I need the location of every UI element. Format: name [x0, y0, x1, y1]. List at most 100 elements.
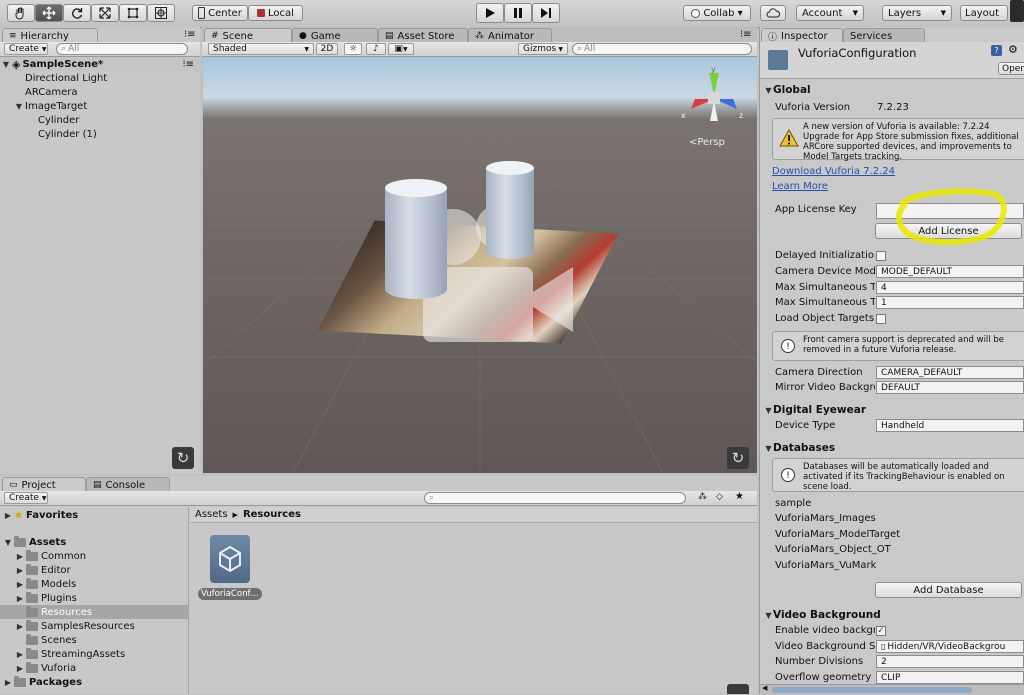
favorites-row[interactable]: ▶ ★ Favorites	[0, 508, 188, 522]
panel-menu-icon[interactable]: ⁝≡	[740, 29, 752, 40]
expand-arrow-icon[interactable]: ▶	[2, 511, 14, 520]
cylinder-object[interactable]	[486, 161, 534, 259]
hand-tool-button[interactable]	[7, 4, 35, 22]
help-icon[interactable]: ?	[991, 45, 1002, 56]
tab-hierarchy[interactable]: ≡ Hierarchy	[2, 28, 98, 43]
collab-button[interactable]: Collab ▾	[683, 5, 751, 21]
learn-more-link[interactable]: Learn More	[772, 181, 828, 192]
play-button[interactable]	[476, 3, 504, 23]
rect-tool-button[interactable]	[119, 4, 147, 22]
expand-arrow-icon[interactable]: ▶	[2, 678, 14, 687]
number-divisions-input[interactable]: 2	[876, 655, 1024, 668]
delayed-init-checkbox[interactable]	[876, 251, 886, 261]
video-shader-field[interactable]: ▯ Hidden/VR/VideoBackgrou	[876, 640, 1024, 653]
cloud-button[interactable]	[760, 5, 786, 21]
scene-refresh-icon[interactable]: ↻	[727, 447, 749, 469]
folder-item[interactable]: ▶ SamplesResources	[0, 619, 188, 633]
section-digital-eyewear[interactable]: ▼Digital Eyewear	[764, 404, 866, 416]
pivot-local-button[interactable]: Local	[248, 5, 303, 21]
scale-tool-button[interactable]	[91, 4, 119, 22]
folder-item[interactable]: ▶ Models	[0, 577, 188, 591]
folder-item[interactable]: ▶ StreamingAssets	[0, 647, 188, 661]
download-vuforia-link[interactable]: Download Vuforia 7.2.24	[772, 166, 895, 177]
persp-label[interactable]: <Persp	[689, 137, 725, 148]
packages-row[interactable]: ▶ Packages	[0, 675, 188, 689]
filter-label-icon[interactable]: ◇	[716, 492, 723, 502]
tab-console[interactable]: ▤ Console	[86, 477, 170, 492]
hierarchy-item[interactable]: Cylinder (1)	[0, 127, 200, 141]
folder-item[interactable]: ▶ Editor	[0, 563, 188, 577]
project-create-dropdown[interactable]: Create ▼	[4, 492, 48, 504]
tab-game[interactable]: ● Game	[292, 28, 378, 43]
enable-video-checkbox[interactable]: ✓	[876, 626, 886, 636]
overflow-geometry-dropdown[interactable]: CLIP	[876, 671, 1024, 684]
tab-asset-store[interactable]: ▤ Asset Store	[378, 28, 468, 43]
assets-row[interactable]: ▼ Assets	[0, 535, 188, 549]
asset-item[interactable]: VuforiaConf…	[198, 533, 264, 603]
audio-toggle[interactable]: ♪	[366, 43, 386, 55]
breadcrumb-assets[interactable]: Assets	[195, 509, 228, 520]
account-dropdown[interactable]: Account ▼	[796, 5, 864, 21]
tab-scene[interactable]: # Scene	[204, 28, 292, 43]
tab-animator[interactable]: ⁂ Animator	[468, 28, 552, 43]
expand-arrow-icon[interactable]: ▼	[13, 102, 25, 111]
move-tool-button[interactable]	[35, 4, 63, 22]
rotate-tool-button[interactable]	[63, 4, 91, 22]
project-refresh-icon[interactable]	[727, 684, 749, 694]
open-button[interactable]: Oper	[998, 62, 1024, 75]
window-edge-tab[interactable]	[1010, 0, 1024, 22]
settings-gear-icon[interactable]: ⚙	[1008, 43, 1018, 56]
mirror-video-dropdown[interactable]: DEFAULT	[876, 381, 1024, 394]
section-global[interactable]: ▼Global	[764, 84, 810, 96]
tab-services[interactable]: Services	[843, 28, 925, 43]
orientation-gizmo[interactable]: y x z	[679, 63, 749, 133]
tab-inspector[interactable]: ⓘ Inspector	[761, 28, 843, 43]
hierarchy-item[interactable]: Cylinder	[0, 113, 200, 127]
folder-item[interactable]: ▶ Plugins	[0, 591, 188, 605]
expand-arrow-icon[interactable]: ▼	[2, 538, 14, 547]
section-video-background[interactable]: ▼Video Background	[764, 609, 880, 621]
hierarchy-item[interactable]: ▼ ImageTarget	[0, 99, 200, 113]
mode-2d-toggle[interactable]: 2D	[316, 43, 338, 55]
max-tracked-input[interactable]: 4	[876, 281, 1024, 294]
favorite-star-icon[interactable]: ★	[735, 491, 744, 502]
effects-dropdown[interactable]: ▣ ▼	[388, 43, 414, 55]
hierarchy-create-dropdown[interactable]: Create ▼	[4, 43, 48, 55]
pivot-center-button[interactable]: Center	[192, 5, 248, 21]
scene-root-row[interactable]: ▼ ◈ SampleScene* ⁝≡	[0, 57, 200, 71]
hierarchy-refresh-icon[interactable]: ↻	[172, 447, 194, 469]
folder-item[interactable]: ▶ Vuforia	[0, 661, 188, 675]
hierarchy-item[interactable]: Directional Light	[0, 71, 200, 85]
scene-menu-icon[interactable]: ⁝≡	[182, 59, 194, 70]
scene-viewport[interactable]: y x z <Persp ↻	[203, 57, 757, 473]
filter-type-icon[interactable]: ⁂	[698, 492, 707, 502]
load-object-checkbox[interactable]	[876, 314, 886, 324]
lighting-toggle[interactable]: ☼	[344, 43, 362, 55]
max-tracked-2-input[interactable]: 1	[876, 296, 1024, 309]
hierarchy-item[interactable]: ARCamera	[0, 85, 200, 99]
device-type-dropdown[interactable]: Handheld	[876, 419, 1024, 432]
scrollbar-thumb[interactable]	[772, 687, 972, 693]
scene-search-input[interactable]: ⌕ All	[572, 43, 752, 55]
gizmos-dropdown[interactable]: Gizmos ▼	[518, 43, 568, 55]
pause-button[interactable]	[504, 3, 532, 23]
expand-arrow-icon[interactable]: ▼	[0, 60, 12, 69]
folder-item[interactable]: ▶ Common	[0, 549, 188, 563]
breadcrumb-resources[interactable]: Resources	[243, 509, 301, 520]
shading-mode-dropdown[interactable]: Shaded ▼	[208, 43, 314, 55]
folder-item-selected[interactable]: Resources	[0, 605, 188, 619]
layers-dropdown[interactable]: Layers ▼	[882, 5, 952, 21]
cylinder-object[interactable]	[385, 179, 447, 299]
panel-menu-icon[interactable]: ⁝≡	[184, 29, 196, 40]
project-search-input[interactable]: ⌕	[424, 492, 686, 504]
hierarchy-search-input[interactable]: ⌕ All	[56, 43, 188, 55]
layout-dropdown[interactable]: Layout	[960, 5, 1008, 21]
transform-tool-button[interactable]	[147, 4, 175, 22]
add-database-button[interactable]: Add Database	[875, 582, 1022, 598]
step-button[interactable]	[532, 3, 560, 23]
scroll-left-arrow-icon[interactable]: ◀	[762, 684, 767, 692]
section-databases[interactable]: ▼Databases	[764, 442, 835, 454]
tab-project[interactable]: ▭ Project	[2, 477, 86, 492]
camera-direction-dropdown[interactable]: CAMERA_DEFAULT	[876, 366, 1024, 379]
folder-item[interactable]: Scenes	[0, 633, 188, 647]
